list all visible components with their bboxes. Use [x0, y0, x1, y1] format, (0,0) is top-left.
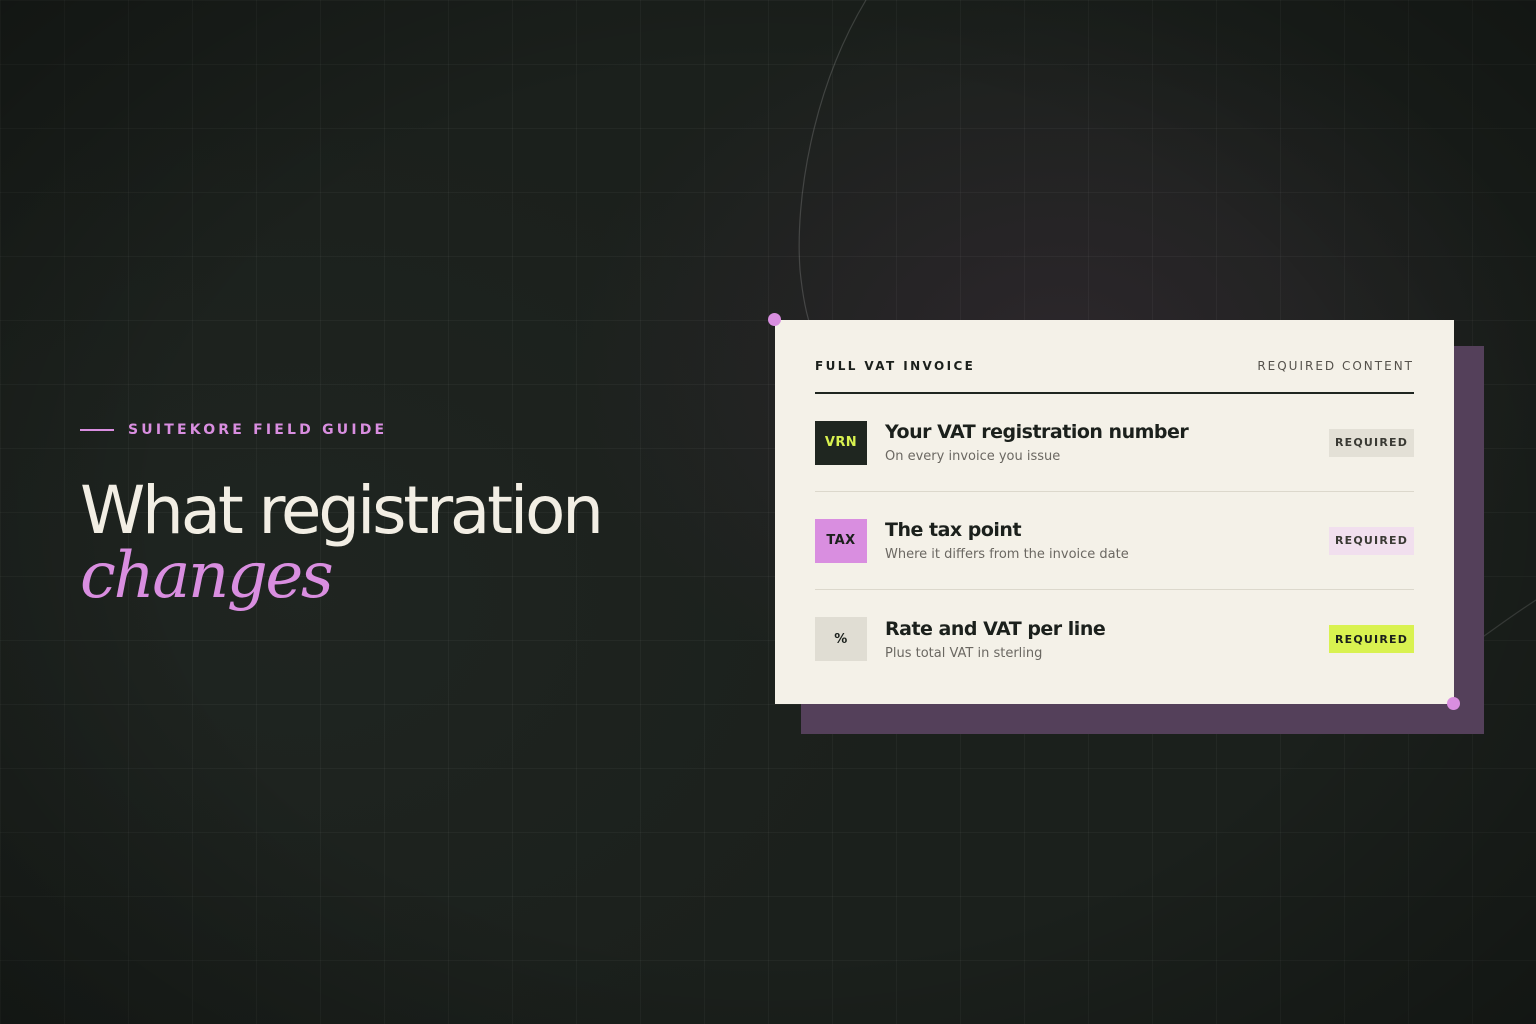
item-text: Rate and VAT per line Plus total VAT in … — [885, 617, 1329, 662]
card-header: FULL VAT INVOICE REQUIRED CONTENT — [815, 320, 1414, 394]
list-item: VRN Your VAT registration number On ever… — [815, 394, 1414, 492]
item-tag: TAX — [815, 518, 867, 563]
item-text: Your VAT registration number On every in… — [885, 420, 1329, 465]
item-title: Your VAT registration number — [885, 421, 1189, 443]
item-tag: % — [815, 617, 867, 661]
item-subtitle: On every invoice you issue — [885, 449, 1061, 464]
card-title: FULL VAT INVOICE — [815, 359, 976, 373]
status-badge: REQUIRED — [1329, 428, 1414, 457]
item-title: The tax point — [885, 519, 1022, 541]
corner-dot — [768, 313, 781, 326]
list-item: TAX The tax point Where it differs from … — [815, 492, 1414, 590]
item-text: The tax point Where it differs from the … — [885, 518, 1329, 563]
eyebrow-rule — [80, 429, 114, 431]
eyebrow: SUITEKORE FIELD GUIDE — [80, 422, 387, 438]
corner-dot — [1447, 697, 1460, 710]
eyebrow-label: SUITEKORE FIELD GUIDE — [128, 422, 388, 438]
item-tag: VRN — [815, 420, 867, 465]
item-subtitle: Where it differs from the invoice date — [885, 547, 1129, 562]
list-item: % Rate and VAT per line Plus total VAT i… — [815, 590, 1414, 688]
invoice-card: FULL VAT INVOICE REQUIRED CONTENT VRN Yo… — [775, 320, 1454, 704]
headline: What registration changes — [80, 472, 604, 613]
card-label: REQUIRED CONTENT — [1257, 359, 1414, 373]
item-subtitle: Plus total VAT in sterling — [885, 645, 1043, 661]
headline-accent: changes — [80, 539, 334, 613]
status-badge: REQUIRED — [1329, 625, 1414, 653]
headline-main: What registration — [80, 472, 604, 549]
item-title: Rate and VAT per line — [885, 617, 1106, 640]
status-badge: REQUIRED — [1329, 526, 1414, 555]
